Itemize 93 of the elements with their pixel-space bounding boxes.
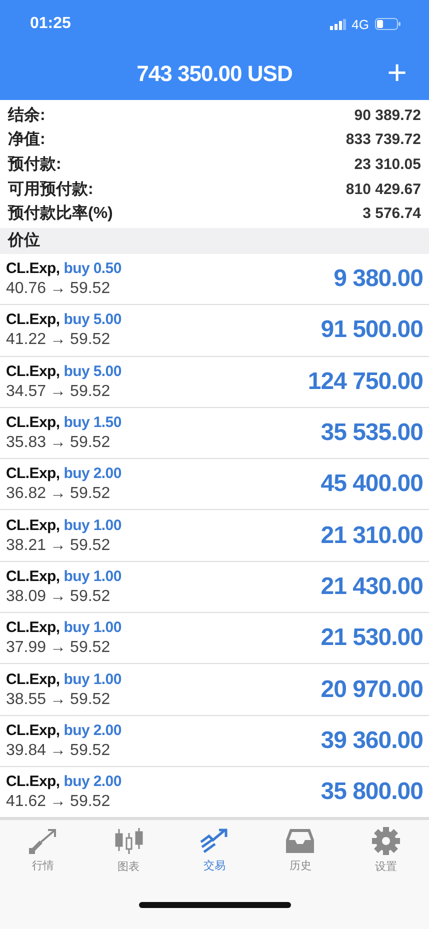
signal-icon [330,18,346,30]
open-price: 41.62 [6,793,46,812]
symbol-label: CL.Exp, [6,465,60,482]
open-price: 38.09 [6,588,46,606]
symbol-label: CL.Exp, [6,568,60,585]
symbol-label: CL.Exp, [6,670,60,688]
arrow-glyph: → [50,434,66,452]
profit-value: 45 400.00 [320,470,423,498]
profit-value: 9 380.00 [334,265,423,294]
arrow-glyph: → [50,280,66,298]
trend-arrow-icon [199,828,230,854]
profit-value: 21 430.00 [320,572,423,601]
summary-value: 833 739.72 [346,131,421,148]
current-price: 59.52 [70,536,110,555]
summary-label: 预付款比率(%) [8,203,113,224]
trade-side-label: buy 5.00 [64,362,122,380]
profit-value: 21 310.00 [320,522,423,550]
section-title: 价位 [8,230,40,252]
current-price: 59.52 [70,639,110,658]
double-arrow-icon [28,828,57,854]
current-price: 59.52 [70,588,110,606]
summary-value: 810 429.67 [346,180,421,198]
current-price: 59.52 [70,382,110,401]
candlestick-icon [114,826,144,855]
symbol-label: CL.Exp, [6,311,60,328]
symbol-label: CL.Exp, [6,260,60,278]
trade-side-label: buy 1.50 [64,414,122,431]
summary-label: 预付款: [8,154,62,175]
symbol-label: CL.Exp, [6,516,60,534]
profit-value: 20 970.00 [320,676,423,704]
tab-bar-item[interactable]: 历史 [257,820,344,880]
profit-value: 35 535.00 [320,418,423,447]
arrow-glyph: → [50,588,66,606]
inbox-tray-icon [285,828,316,854]
battery-icon [375,18,401,30]
tab-bar-item[interactable]: 行情 [0,820,86,880]
trade-side-label: buy 2.00 [64,465,122,482]
trade-side-label: buy 1.00 [64,670,122,688]
profit-value: 91 500.00 [320,316,423,344]
arrow-glyph: → [50,793,66,812]
summary-value: 90 389.72 [354,106,421,124]
current-price: 59.52 [70,331,110,350]
current-price: 59.52 [70,690,110,709]
current-price: 59.52 [70,793,110,812]
current-price: 59.52 [70,485,110,504]
arrow-glyph: → [50,690,66,709]
summary-value: 3 576.74 [362,205,421,222]
open-price: 36.82 [6,485,46,504]
open-price: 41.22 [6,331,46,350]
tab-bar-item[interactable]: 交易 [172,820,258,880]
arrow-glyph: → [50,536,66,555]
open-price: 35.83 [6,434,46,452]
profit-value: 124 750.00 [308,368,423,396]
symbol-label: CL.Exp, [6,619,60,636]
open-price: 40.76 [6,280,46,298]
trade-side-label: buy 5.00 [64,311,122,328]
trade-side-label: buy 1.00 [64,619,122,636]
symbol-label: CL.Exp, [6,362,60,380]
tab-bar-item[interactable]: 设置 [343,820,429,880]
status-time: 01:25 [30,15,72,33]
open-price: 38.21 [6,536,46,555]
summary-label: 净值: [8,130,46,150]
add-button[interactable]: + [383,56,411,90]
trade-side-label: buy 2.00 [64,722,122,739]
trade-side-label: buy 2.00 [64,773,122,790]
summary-label: 可用预付款: [8,180,94,200]
current-price: 59.52 [70,434,110,452]
account-balance-title: 743 350.00 USD [136,61,292,87]
summary-value: 23 310.05 [354,156,421,173]
arrow-glyph: → [50,639,66,658]
trade-side-label: buy 1.00 [64,516,122,534]
summary-label: 结余: [8,106,46,126]
profit-value: 39 360.00 [320,726,423,755]
open-price: 37.99 [6,639,46,658]
arrow-glyph: → [50,742,66,760]
arrow-glyph: → [50,485,66,504]
current-price: 59.52 [70,280,110,298]
profit-value: 21 530.00 [320,624,423,652]
open-price: 34.57 [6,382,46,401]
open-price: 38.55 [6,690,46,709]
arrow-glyph: → [50,382,66,401]
profit-value: 35 800.00 [320,778,423,806]
arrow-glyph: → [50,331,66,350]
trade-side-label: buy 0.50 [64,260,122,278]
symbol-label: CL.Exp, [6,414,60,431]
network-label: 4G [352,16,369,32]
open-price: 39.84 [6,742,46,760]
symbol-label: CL.Exp, [6,773,60,790]
settings-icon [372,826,400,855]
symbol-label: CL.Exp, [6,722,60,739]
current-price: 59.52 [70,742,110,760]
tab-bar-item[interactable]: 图表 [86,820,172,880]
trade-side-label: buy 1.00 [64,568,122,585]
